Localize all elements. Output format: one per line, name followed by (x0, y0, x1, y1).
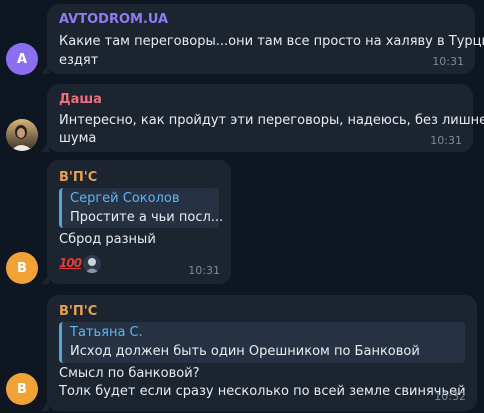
message-bubble[interactable]: В'П'С Татьяна С. Исход должен быть один … (41, 295, 477, 411)
message-time: 10:31 (430, 134, 462, 147)
quote-sender: Сергей Соколов (70, 191, 180, 206)
sender-name[interactable]: В'П'С (59, 303, 97, 320)
message-text-line: Смысл по банковой? (59, 366, 200, 381)
sender-name[interactable]: AVTODROM.UA (59, 11, 168, 28)
message-text-line: Интересно, как пройдут эти переговоры, н… (59, 113, 484, 128)
sender-name[interactable]: Даша (59, 91, 102, 108)
reply-quote[interactable]: Татьяна С. Исход должен быть один Орешни… (59, 322, 465, 363)
message-time: 10:31 (188, 264, 220, 277)
avatar[interactable] (6, 119, 38, 151)
sender-name[interactable]: В'П'С (59, 169, 97, 186)
quote-sender: Татьяна С. (70, 325, 143, 340)
avatar[interactable]: В (6, 373, 38, 405)
message-time: 10:31 (432, 55, 464, 68)
message-bubble[interactable]: Даша Интересно, как пройдут эти перегово… (41, 84, 484, 152)
reactor-photo-icon (83, 254, 102, 273)
message-text-line: Какие там переговоры...они там все прост… (59, 34, 484, 49)
hundred-points-icon[interactable]: 100 (59, 254, 82, 273)
reactor-avatar (83, 254, 102, 273)
user-photo-icon (6, 119, 38, 151)
chat-history[interactable]: A AVTODROM.UA Какие там переговоры...они… (0, 0, 484, 413)
message-text-line: ездят (59, 53, 99, 68)
quote-text: Простите а чьи посл... (70, 210, 224, 225)
quote-text: Исход должен быть один Орешником по Банк… (70, 344, 420, 359)
avatar[interactable]: A (6, 43, 38, 75)
message-time: 10:32 (434, 390, 466, 403)
reactions[interactable]: 100 (59, 254, 102, 273)
message-bubble[interactable]: В'П'С Сергей Соколов Простите а чьи посл… (41, 160, 231, 284)
reply-quote[interactable]: Сергей Соколов Простите а чьи посл... (59, 188, 223, 228)
message-text-line: шума (59, 131, 97, 146)
message-bubble[interactable]: AVTODROM.UA Какие там переговоры...они т… (41, 4, 484, 74)
message-text-line: Толк будет если сразу несколько по всей … (59, 384, 466, 399)
message-text-line: Сброд разный (59, 232, 156, 247)
avatar[interactable]: В (6, 252, 38, 284)
